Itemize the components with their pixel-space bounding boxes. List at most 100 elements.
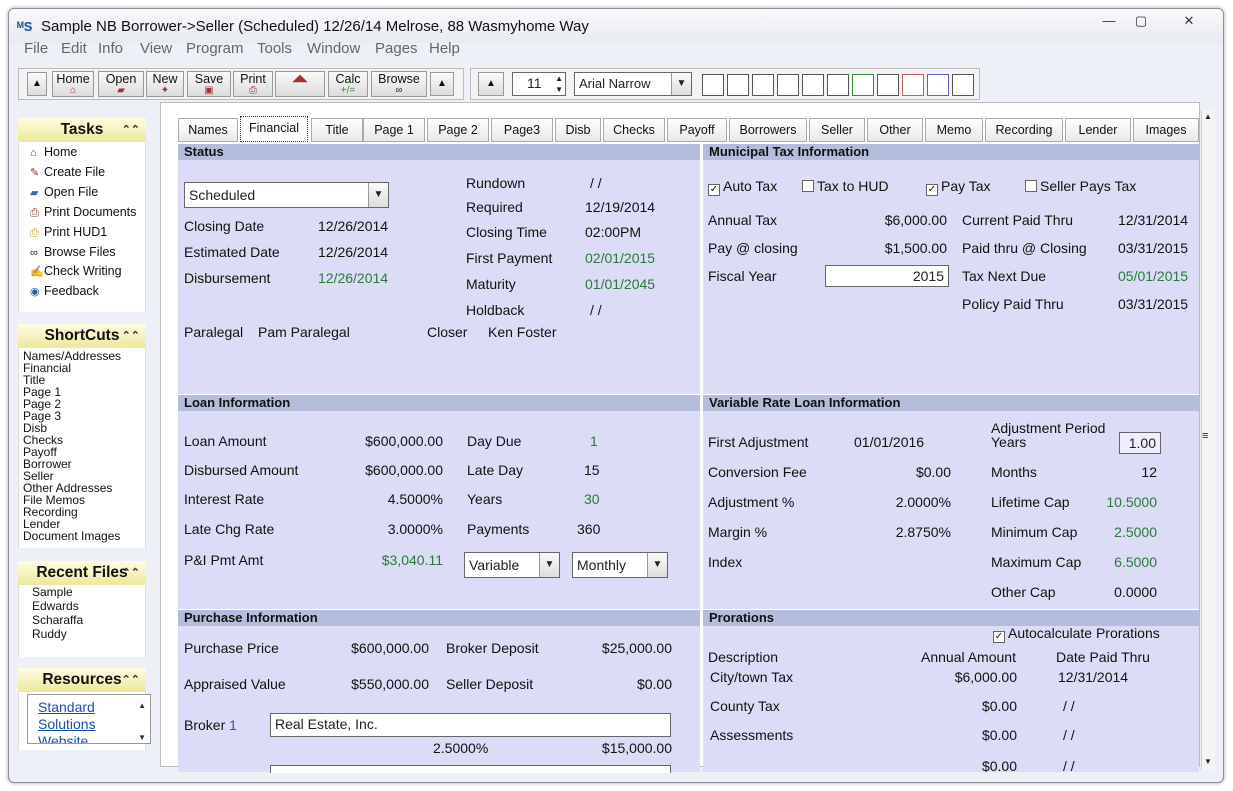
closer-value[interactable]: Ken Foster xyxy=(488,324,556,340)
late-day-value[interactable]: 15 xyxy=(584,462,600,478)
lifetime-cap-value[interactable]: 10.5000 xyxy=(1100,494,1157,510)
scroll-down-icon[interactable]: ▼ xyxy=(138,729,146,743)
format-toolbar-toggle-button[interactable]: ▲ xyxy=(478,72,504,96)
fiscal-year-input[interactable]: 2015 xyxy=(825,265,949,287)
standard-solutions-website-link[interactable]: Standard Solutions Website ▲ ▼ xyxy=(27,694,151,744)
loan-amount-value[interactable]: $600,000.00 xyxy=(330,433,443,449)
disbursement-value[interactable]: 12/26/2014 xyxy=(318,270,388,286)
tab-disb[interactable]: Disb xyxy=(555,118,601,142)
collapse-icon[interactable]: ⌃⌃ xyxy=(122,668,140,692)
home-button[interactable]: Home ⌂ xyxy=(52,71,94,97)
save-button[interactable]: Save ▣ xyxy=(187,71,231,97)
menu-window[interactable]: Window xyxy=(307,40,360,57)
proration-row-amount[interactable]: $6,000.00 xyxy=(930,669,1017,685)
style-box-8[interactable] xyxy=(877,74,899,96)
day-due-value[interactable]: 1 xyxy=(590,433,598,449)
paid-thru-closing-value[interactable]: 03/31/2015 xyxy=(1118,240,1188,256)
policy-paid-thru-value[interactable]: 03/31/2015 xyxy=(1118,296,1188,312)
tab-images[interactable]: Images xyxy=(1133,118,1199,142)
task-feedback[interactable]: ◉ Feedback xyxy=(30,284,99,298)
adjustment-period-years-input[interactable]: 1.00 xyxy=(1119,432,1161,454)
proration-row-date[interactable]: / / xyxy=(1063,727,1075,743)
auto-tax-checkbox[interactable]: ✓ Auto Tax xyxy=(708,178,777,196)
conversion-fee-value[interactable]: $0.00 xyxy=(850,464,951,480)
tab-checks[interactable]: Checks xyxy=(603,118,665,142)
recent-file-item[interactable]: Ruddy xyxy=(32,628,67,640)
seller-deposit-value[interactable]: $0.00 xyxy=(580,676,672,692)
maximum-cap-value[interactable]: 6.5000 xyxy=(1100,554,1157,570)
calc-button[interactable]: Calc +/= xyxy=(328,71,368,97)
menu-pages[interactable]: Pages xyxy=(375,40,418,57)
minimize-button[interactable]: — xyxy=(1095,13,1123,31)
toolbar-collapse-button[interactable]: ▲ xyxy=(430,72,454,96)
first-adjustment-value[interactable]: 01/01/2016 xyxy=(854,434,924,450)
frequency-select[interactable]: Monthly ▼ xyxy=(572,552,668,578)
recent-file-item[interactable]: Edwards xyxy=(32,600,79,612)
collapse-icon[interactable]: ⌃⌃ xyxy=(122,561,140,585)
tab-payoff[interactable]: Payoff xyxy=(667,118,727,142)
rundown-value[interactable]: / / xyxy=(590,175,602,191)
shortcuts-header[interactable]: ShortCuts ⌃⌃ xyxy=(18,324,146,348)
margin-pct-value[interactable]: 2.8750% xyxy=(850,524,951,540)
broker-2-input[interactable] xyxy=(270,765,671,773)
tasks-header[interactable]: Tasks ⌃⌃ xyxy=(18,118,146,142)
new-button[interactable]: New ✦ xyxy=(146,71,184,97)
style-box-6[interactable] xyxy=(827,74,849,96)
pay-at-closing-value[interactable]: $1,500.00 xyxy=(840,240,947,256)
rate-type-select[interactable]: Variable ▼ xyxy=(464,552,560,578)
proration-row-desc[interactable]: Assessments xyxy=(710,727,793,743)
adjustment-pct-value[interactable]: 2.0000% xyxy=(850,494,951,510)
autocalculate-prorations-checkbox[interactable]: ✓ Autocalculate Prorations xyxy=(993,625,1160,643)
proration-row-amount[interactable]: $0.00 xyxy=(930,698,1017,714)
closing-time-value[interactable]: 02:00PM xyxy=(585,224,641,240)
tab-lender[interactable]: Lender xyxy=(1065,118,1131,142)
task-print-hud1[interactable]: ⎙ Print HUD1 xyxy=(30,225,107,240)
font-size-stepper[interactable]: 11 ▲ ▼ xyxy=(512,72,566,96)
proration-row-amount[interactable]: $0.00 xyxy=(930,727,1017,743)
proration-row-date[interactable]: 12/31/2014 xyxy=(1058,669,1128,685)
task-print-documents[interactable]: ⎙ Print Documents xyxy=(30,205,136,220)
menu-tools[interactable]: Tools xyxy=(257,40,292,57)
menu-program[interactable]: Program xyxy=(186,40,244,57)
closing-date-value[interactable]: 12/26/2014 xyxy=(318,218,388,234)
other-cap-value[interactable]: 0.0000 xyxy=(1100,584,1157,600)
style-box-5[interactable] xyxy=(802,74,824,96)
current-paid-thru-value[interactable]: 12/31/2014 xyxy=(1118,212,1188,228)
late-chg-rate-value[interactable]: 3.0000% xyxy=(330,521,443,537)
annual-tax-value[interactable]: $6,000.00 xyxy=(840,212,947,228)
tab-borrowers[interactable]: Borrowers xyxy=(729,118,807,142)
broker-deposit-value[interactable]: $25,000.00 xyxy=(580,640,672,656)
scroll-down-icon[interactable]: ▼ xyxy=(1204,757,1212,766)
proration-row-desc[interactable]: City/town Tax xyxy=(710,669,793,685)
holdback-value[interactable]: / / xyxy=(590,302,602,318)
proration-row-amount[interactable]: $0.00 xyxy=(930,758,1017,774)
disbursed-amount-value[interactable]: $600,000.00 xyxy=(330,462,443,478)
proration-row-date[interactable]: / / xyxy=(1063,698,1075,714)
tax-next-due-value[interactable]: 05/01/2015 xyxy=(1118,268,1188,284)
style-box-red[interactable] xyxy=(902,74,924,96)
scroll-up-icon[interactable]: ▲ xyxy=(138,697,146,714)
menu-view[interactable]: View xyxy=(140,40,172,57)
task-create-file[interactable]: ✎ Create File xyxy=(30,165,105,179)
style-box-blue[interactable] xyxy=(927,74,949,96)
paralegal-value[interactable]: Pam Paralegal xyxy=(258,324,350,340)
style-box-4[interactable] xyxy=(777,74,799,96)
menu-edit[interactable]: Edit xyxy=(61,40,87,57)
maximize-button[interactable]: ▢ xyxy=(1127,13,1155,31)
interest-rate-value[interactable]: 4.5000% xyxy=(330,491,443,507)
maturity-value[interactable]: 01/01/2045 xyxy=(585,276,655,292)
resources-header[interactable]: Resources ⌃⌃ xyxy=(18,668,146,692)
shortcut-document-images[interactable]: Document Images xyxy=(23,530,120,542)
pi-pmt-amt-value[interactable]: $3,040.11 xyxy=(330,552,443,568)
print-button[interactable]: Print ⎙ xyxy=(233,71,273,97)
recent-file-item[interactable]: Sample xyxy=(32,586,73,598)
payments-value[interactable]: 360 xyxy=(577,521,600,537)
tab-memo[interactable]: Memo xyxy=(925,118,983,142)
tab-page3[interactable]: Page3 xyxy=(491,118,553,142)
task-home[interactable]: ⌂ Home xyxy=(30,145,77,159)
style-box-11[interactable] xyxy=(952,74,974,96)
tab-recording[interactable]: Recording xyxy=(985,118,1063,142)
style-box-1[interactable] xyxy=(702,74,724,96)
open-button[interactable]: Open ▰ xyxy=(98,71,144,97)
toolbar-toggle-button[interactable]: ▲ xyxy=(27,72,47,96)
